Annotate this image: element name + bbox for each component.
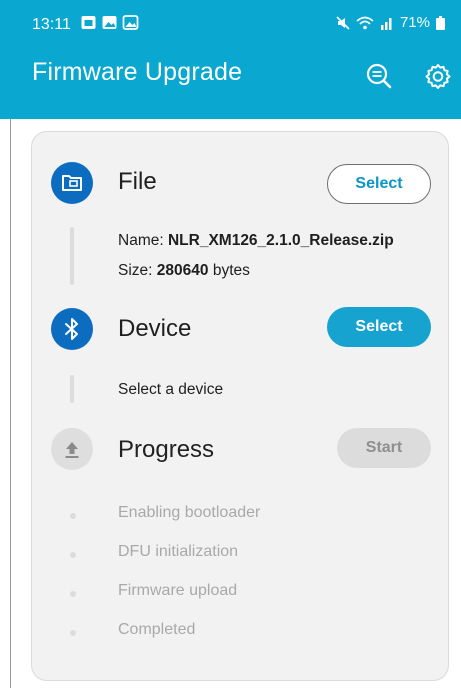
upload-icon (65, 442, 79, 458)
signal-icon (380, 17, 392, 30)
folder-icon (62, 175, 82, 191)
wifi-icon (356, 16, 374, 29)
bluetooth-icon (65, 318, 78, 340)
start-button[interactable]: Start (337, 428, 431, 468)
firmware-card: File Select Name: NLR_XM126_2.1.0_Releas… (31, 131, 449, 681)
device-section-icon (51, 308, 93, 350)
page-title: Firmware Upgrade (32, 58, 243, 86)
image-icon (122, 15, 139, 30)
file-size-value: 280640 (156, 262, 209, 279)
step-dfu-initialization: DFU initialization (118, 543, 239, 560)
file-size-label: Size: (118, 262, 153, 279)
device-section-title: Device (118, 315, 192, 342)
gallery-icon (102, 16, 117, 29)
calendar-icon (81, 16, 96, 29)
file-select-button[interactable]: Select (327, 164, 431, 204)
step-dot (70, 513, 76, 519)
progress-section-icon (51, 428, 93, 470)
notification-icons (80, 14, 139, 30)
progress-section-title: Progress (118, 436, 215, 463)
file-name-line: Name: NLR_XM126_2.1.0_Release.zip (118, 232, 394, 250)
file-name-label: Name: (118, 232, 164, 249)
mute-icon (336, 15, 350, 30)
file-section-title: File (118, 168, 157, 195)
search-icon[interactable] (365, 62, 393, 90)
step-dot (70, 552, 76, 558)
settings-icon[interactable] (424, 62, 452, 90)
step-firmware-upload: Firmware upload (118, 582, 238, 599)
step-dot (70, 591, 76, 597)
status-right: 71% (336, 14, 445, 31)
battery-icon (436, 15, 445, 30)
step-completed: Completed (118, 621, 196, 638)
file-size-line: Size: 280640 bytes (118, 262, 250, 280)
battery-percent: 71% (399, 14, 430, 31)
file-section-icon (51, 162, 93, 204)
device-hint: Select a device (118, 381, 224, 398)
step-enabling-bootloader: Enabling bootloader (118, 504, 261, 521)
step-dot (70, 630, 76, 636)
status-bar: 13:11 71% (0, 0, 461, 48)
app-bar: 13:11 71% Firmware Upgrade (0, 0, 461, 119)
file-size-unit: bytes (212, 262, 250, 279)
device-select-button[interactable]: Select (327, 307, 431, 347)
device-section-rail (70, 375, 74, 403)
left-edge-rule (10, 119, 11, 688)
file-name-value: NLR_XM126_2.1.0_Release.zip (167, 232, 394, 249)
status-time: 13:11 (32, 16, 71, 33)
file-section-rail (70, 227, 74, 285)
